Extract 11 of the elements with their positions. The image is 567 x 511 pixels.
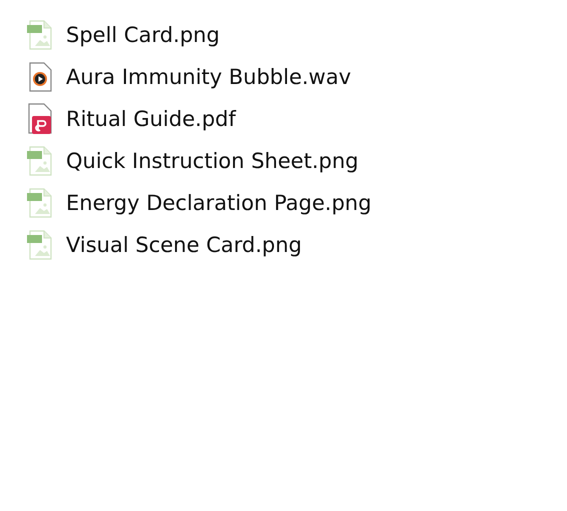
pdf-file-icon xyxy=(26,103,53,135)
file-name[interactable]: Visual Scene Card.png xyxy=(66,233,302,257)
file-name[interactable]: Spell Card.png xyxy=(66,23,220,47)
file-name[interactable]: Aura Immunity Bubble.wav xyxy=(66,65,352,89)
file-name[interactable]: Ritual Guide.pdf xyxy=(66,107,236,131)
file-name[interactable]: Quick Instruction Sheet.png xyxy=(66,149,358,173)
image-file-icon xyxy=(26,230,53,260)
image-file-icon xyxy=(26,146,53,176)
image-file-icon xyxy=(26,188,53,218)
image-file-icon xyxy=(26,20,53,50)
file-name[interactable]: Energy Declaration Page.png xyxy=(66,191,372,215)
